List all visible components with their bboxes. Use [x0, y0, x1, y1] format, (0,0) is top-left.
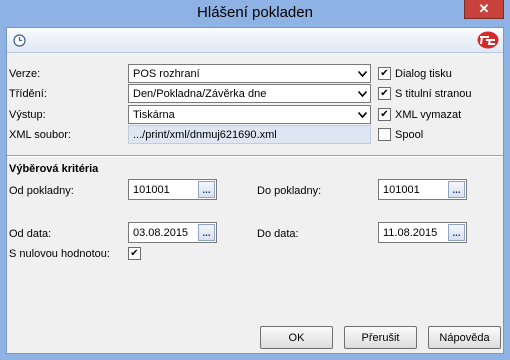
s-nulovou-hodnotou-checkbox[interactable]: ✔	[128, 247, 141, 260]
close-button[interactable]: ✕	[464, 0, 504, 19]
od-pokladny-label: Od pokladny:	[9, 185, 74, 197]
browse-button[interactable]: ...	[448, 224, 465, 241]
do-pokladny-label: Do pokladny:	[257, 185, 322, 197]
dialog-client-area: Verze: POS rozhraní Třídění: Den/Pokladn…	[6, 27, 504, 354]
checkmark-icon: ✔	[380, 68, 389, 79]
vystup-dropdown[interactable]: Tiskárna	[128, 105, 371, 124]
chevron-down-icon[interactable]	[354, 106, 370, 123]
toolbar	[7, 28, 503, 53]
vystup-value: Tiskárna	[133, 109, 175, 121]
browse-button[interactable]: ...	[448, 181, 465, 198]
xml-soubor-value: .../print/xml/dnmuj621690.xml	[133, 129, 277, 141]
cancel-button[interactable]: Přerušit	[344, 326, 417, 349]
do-data-input[interactable]: 11.08.2015 ...	[378, 222, 467, 243]
dialog-window: Hlášení pokladen ✕ Verze: POS rozhraní T…	[0, 0, 510, 360]
trideni-dropdown[interactable]: Den/Pokladna/Závěrka dne	[128, 84, 371, 103]
od-pokladny-value: 101001	[133, 184, 170, 196]
chevron-down-icon[interactable]	[354, 85, 370, 102]
verze-value: POS rozhraní	[133, 68, 200, 80]
xml-vymazat-label: XML vymazat	[395, 109, 462, 121]
dialog-tisku-checkbox[interactable]: ✔	[378, 67, 391, 80]
od-data-value: 03.08.2015	[133, 227, 189, 239]
trideni-value: Den/Pokladna/Závěrka dne	[133, 88, 267, 100]
checkmark-icon: ✔	[380, 88, 389, 99]
dialog-tisku-label: Dialog tisku	[395, 68, 452, 80]
browse-button[interactable]: ...	[198, 224, 215, 241]
title-bar[interactable]: Hlášení pokladen ✕	[0, 0, 510, 27]
checkmark-icon: ✔	[130, 248, 139, 259]
do-pokladny-input[interactable]: 101001 ...	[378, 179, 467, 200]
xml-vymazat-checkbox[interactable]: ✔	[378, 108, 391, 121]
s-nulovou-hodnotou-label: S nulovou hodnotou:	[9, 248, 110, 260]
verze-label: Verze:	[9, 68, 41, 80]
window-title: Hlášení pokladen	[197, 4, 313, 21]
xml-soubor-label: XML soubor:	[9, 129, 71, 141]
verze-dropdown[interactable]: POS rozhraní	[128, 64, 371, 83]
od-data-label: Od data:	[9, 228, 52, 240]
browse-button[interactable]: ...	[198, 181, 215, 198]
help-button[interactable]: Nápověda	[428, 326, 501, 349]
spool-checkbox[interactable]	[378, 128, 391, 141]
clock-icon[interactable]	[13, 34, 26, 47]
do-data-label: Do data:	[257, 228, 299, 240]
xml-soubor-field: .../print/xml/dnmuj621690.xml	[128, 125, 371, 144]
chevron-down-icon[interactable]	[354, 65, 370, 82]
do-pokladny-value: 101001	[383, 184, 420, 196]
criteria-title: Výběrová kritéria	[9, 163, 99, 175]
do-data-value: 11.08.2015	[383, 227, 438, 239]
s-titulni-stranou-checkbox[interactable]: ✔	[378, 87, 391, 100]
app-logo-icon	[477, 31, 499, 49]
vystup-label: Výstup:	[9, 109, 46, 121]
checkmark-icon: ✔	[380, 109, 389, 120]
od-pokladny-input[interactable]: 101001 ...	[128, 179, 217, 200]
section-divider	[7, 155, 503, 157]
od-data-input[interactable]: 03.08.2015 ...	[128, 222, 217, 243]
trideni-label: Třídění:	[9, 88, 47, 100]
spool-label: Spool	[395, 129, 424, 141]
s-titulni-stranou-label: S titulní stranou	[395, 88, 472, 100]
ok-button[interactable]: OK	[260, 326, 333, 349]
